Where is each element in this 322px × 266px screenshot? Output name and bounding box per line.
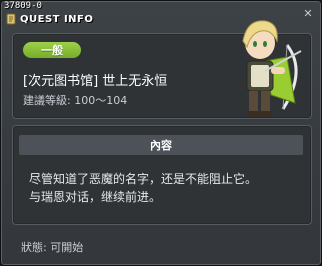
recommended-level: 建議等級: 100～104 bbox=[23, 94, 128, 107]
quest-scroll-icon bbox=[5, 10, 17, 29]
quest-status: 狀態: 可開始 bbox=[21, 241, 84, 254]
content-line-2: 与瑞恩对话，继续前进。 bbox=[29, 190, 162, 204]
content-header: 內容 bbox=[19, 135, 303, 155]
quest-category-badge: 一般 bbox=[23, 42, 81, 58]
quest-content-panel: 內容 尽管知道了恶魔的名字，还是不能阻止它。 与瑞恩对话，继续前进。 bbox=[12, 125, 312, 225]
content-line-1: 尽管知道了恶魔的名字，还是不能阻止它。 bbox=[29, 172, 258, 186]
quest-name: [次元图书馆] 世上无永恒 bbox=[23, 74, 168, 89]
npc-portrait bbox=[225, 11, 309, 123]
window-title: QUEST INFO bbox=[20, 13, 94, 25]
title-bar[interactable]: QUEST INFO bbox=[5, 12, 93, 26]
quest-info-window: 37809-0 QUEST INFO ✕ 一般 [次元图书馆] 世上无永恒 建議… bbox=[0, 0, 322, 266]
